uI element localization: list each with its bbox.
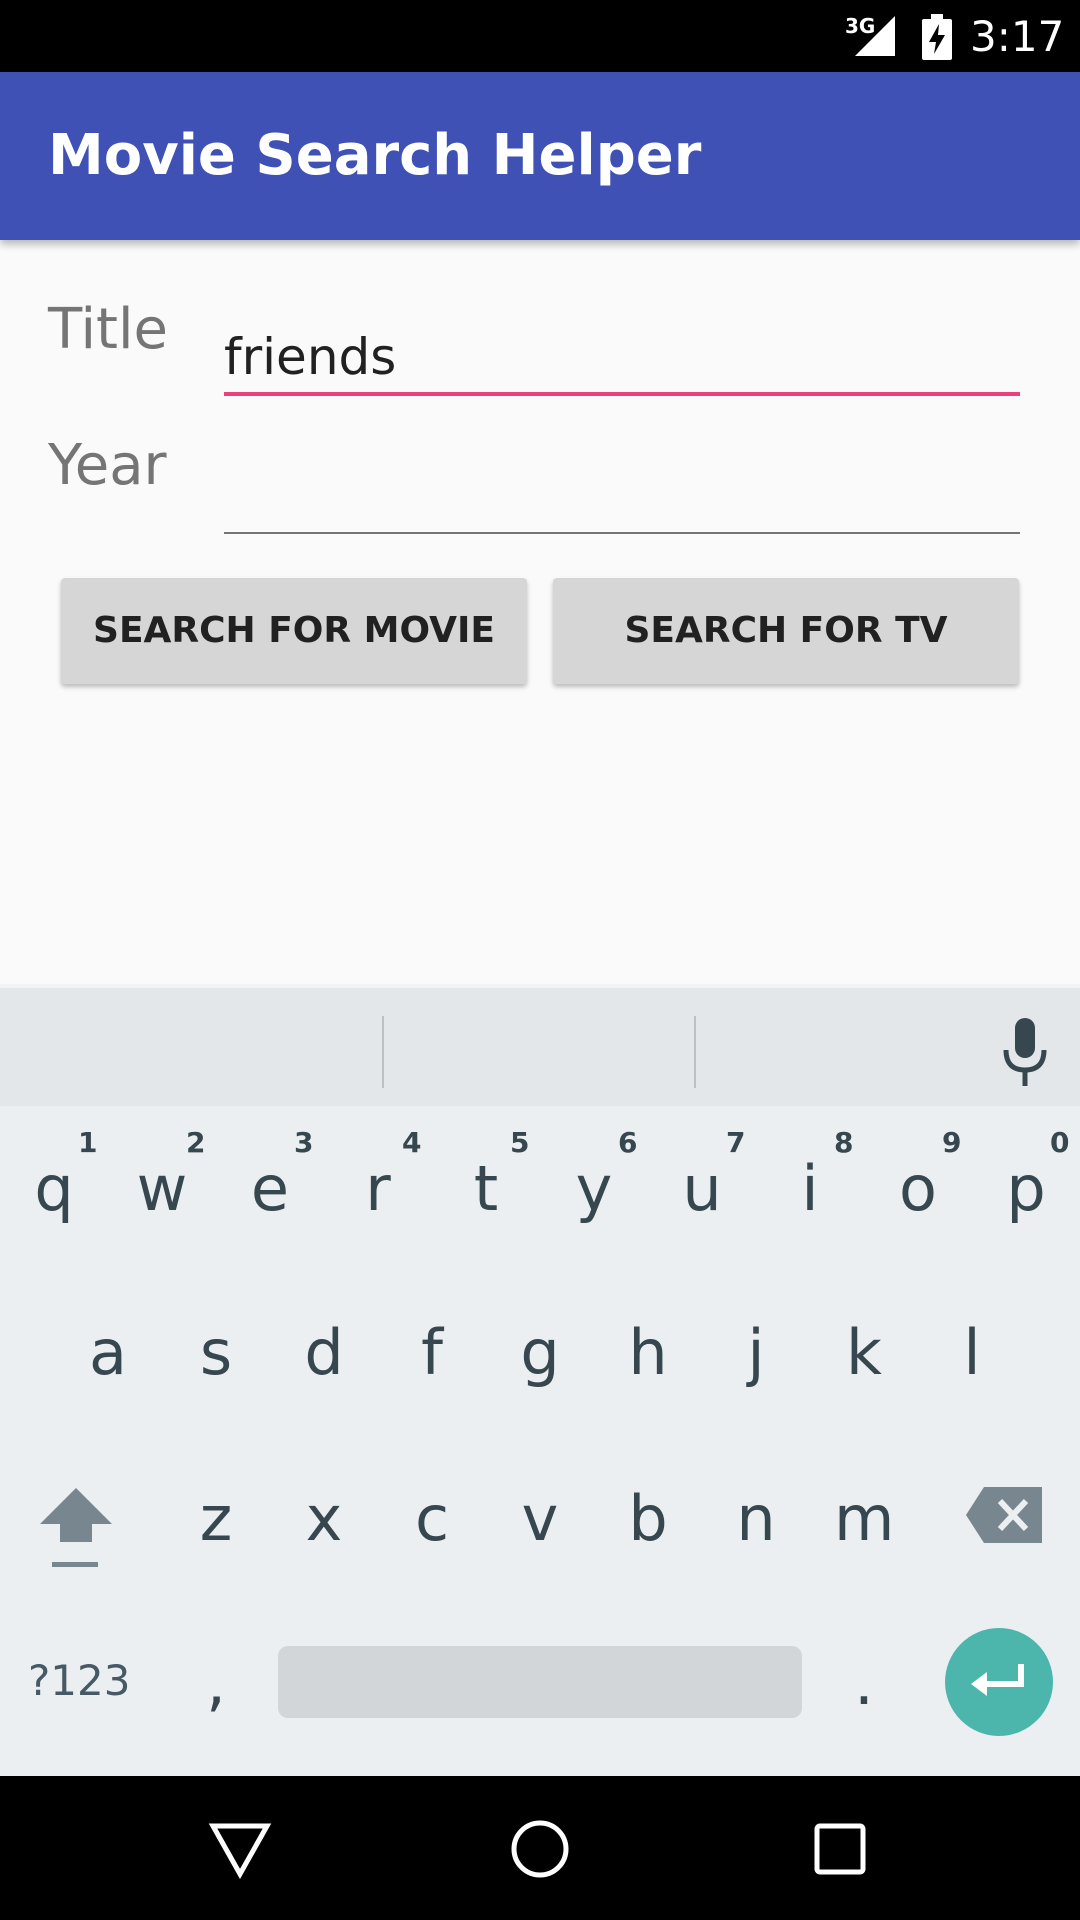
search-movie-button[interactable]: SEARCH FOR MOVIE <box>61 578 527 684</box>
key-h[interactable]: h <box>618 1318 678 1388</box>
status-time: 3:17 <box>970 12 1065 61</box>
key-period[interactable]: . <box>834 1648 894 1718</box>
navigation-bar <box>0 1776 1080 1920</box>
key-q[interactable]: q <box>24 1154 84 1224</box>
search-tv-button[interactable]: SEARCH FOR TV <box>553 578 1019 684</box>
battery-charging-icon <box>922 14 952 60</box>
status-bar: 3G 3:17 <box>0 0 1080 72</box>
space-key[interactable] <box>278 1646 802 1718</box>
year-input[interactable] <box>224 462 1020 534</box>
key-t[interactable]: t <box>456 1154 516 1224</box>
suggestion-divider <box>382 1016 384 1088</box>
backspace-icon[interactable] <box>966 1487 1042 1543</box>
key-m[interactable]: m <box>834 1484 894 1554</box>
key-d[interactable]: d <box>294 1318 354 1388</box>
key-a[interactable]: a <box>78 1318 138 1388</box>
key-u[interactable]: u <box>672 1154 732 1224</box>
key-r[interactable]: r <box>348 1154 408 1224</box>
key-y[interactable]: y <box>564 1154 624 1224</box>
year-label: Year <box>48 433 167 498</box>
key-c[interactable]: c <box>402 1484 462 1554</box>
enter-key[interactable] <box>945 1628 1053 1736</box>
home-icon[interactable] <box>507 1816 573 1882</box>
key-w[interactable]: w <box>132 1154 192 1224</box>
suggestion-strip <box>0 984 1080 1106</box>
key-i[interactable]: i <box>780 1154 840 1224</box>
recents-icon[interactable] <box>807 1816 873 1882</box>
title-input[interactable] <box>224 322 1020 396</box>
key-comma[interactable]: , <box>186 1648 246 1718</box>
key-j[interactable]: j <box>726 1318 786 1388</box>
key-o[interactable]: o <box>888 1154 948 1224</box>
key-s[interactable]: s <box>186 1318 246 1388</box>
key-b[interactable]: b <box>618 1484 678 1554</box>
app-title: Movie Search Helper <box>48 123 702 188</box>
key-e[interactable]: e <box>240 1154 300 1224</box>
key-f[interactable]: f <box>402 1318 462 1388</box>
back-icon[interactable] <box>207 1816 273 1882</box>
key-k[interactable]: k <box>834 1318 894 1388</box>
key-n[interactable]: n <box>726 1484 786 1554</box>
suggestion-divider <box>694 1016 696 1088</box>
signal-icon <box>855 16 895 56</box>
shift-icon[interactable] <box>36 1482 116 1572</box>
microphone-icon[interactable] <box>1000 1018 1050 1088</box>
key-l[interactable]: l <box>942 1318 1002 1388</box>
soft-keyboard: 1 q 2 w 3 e 4 r 5 t 6 y 7 u 8 i 9 o 0 p … <box>0 984 1080 1776</box>
app-bar: Movie Search Helper <box>0 72 1080 240</box>
key-z[interactable]: z <box>186 1484 246 1554</box>
enter-icon <box>971 1664 1024 1696</box>
key-p[interactable]: p <box>996 1154 1056 1224</box>
key-x[interactable]: x <box>294 1484 354 1554</box>
symbols-key[interactable]: ?123 <box>28 1656 130 1706</box>
title-label: Title <box>48 297 169 362</box>
key-v[interactable]: v <box>510 1484 570 1554</box>
key-g[interactable]: g <box>510 1318 570 1388</box>
